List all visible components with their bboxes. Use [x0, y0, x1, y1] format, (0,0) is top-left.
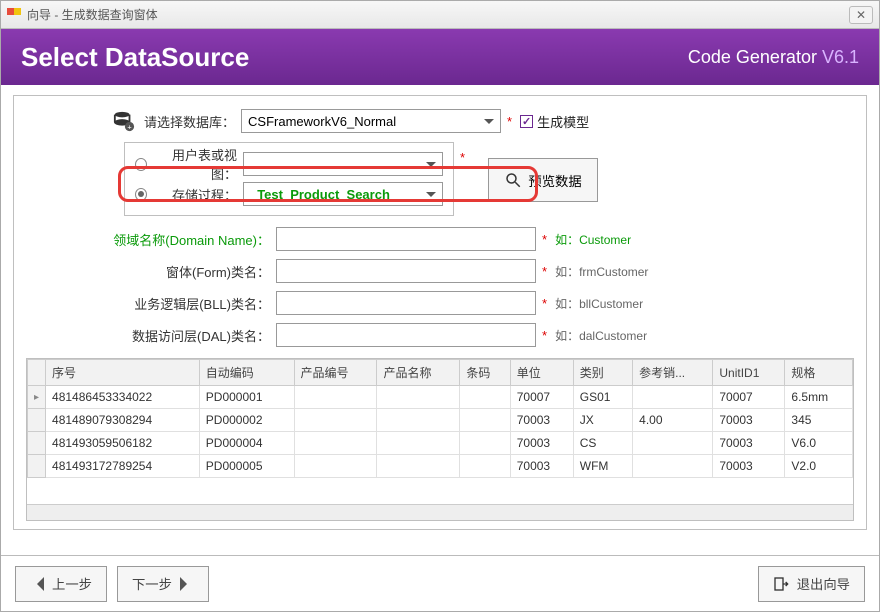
database-select[interactable]: CSFrameworkV6_Normal [241, 109, 501, 133]
col-header[interactable]: 产品名称 [377, 360, 460, 386]
radio-table-row[interactable]: 用户表或视图： [135, 149, 443, 179]
preview-data-button[interactable]: 预览数据 [488, 158, 598, 202]
svg-text:+: + [127, 122, 131, 131]
titlebar: 向导 - 生成数据查询窗体 ✕ [1, 1, 879, 29]
prev-button[interactable]: 上一步 [15, 566, 107, 602]
arrow-right-icon [180, 577, 194, 591]
col-header[interactable]: 自动编码 [199, 360, 294, 386]
header-banner: Select DataSource Code Generator V6.1 [1, 29, 879, 85]
bll-class-input[interactable] [276, 291, 536, 315]
radio-proc-row[interactable]: 存储过程： _Test_Product_Search [135, 179, 443, 209]
data-grid[interactable]: 序号自动编码产品编号产品名称条码单位类别参考销...UnitID1规格 ▸481… [26, 358, 854, 521]
domain-row: 领域名称(Domain Name)： * 如：Customer [26, 224, 854, 254]
required-mark: * [507, 114, 512, 129]
app-icon [7, 8, 21, 22]
col-header[interactable]: 参考销... [633, 360, 713, 386]
col-header[interactable]: 序号 [46, 360, 200, 386]
gen-model-checkbox[interactable]: ✓ 生成模型 [520, 112, 589, 131]
form-class-input[interactable] [276, 259, 536, 283]
database-icon: + [110, 109, 138, 133]
dal-row: 数据访问层(DAL)类名： * 如：dalCustomer [26, 320, 854, 350]
grid-scrollbar[interactable] [27, 504, 853, 520]
check-icon: ✓ [520, 115, 533, 128]
table-row[interactable]: ▸481486453334022PD00000170007GS01700076.… [28, 386, 853, 409]
proc-select[interactable]: _Test_Product_Search [243, 182, 443, 206]
col-header[interactable]: UnitID1 [713, 360, 785, 386]
close-button[interactable]: ✕ [849, 6, 873, 24]
arrow-left-icon [30, 577, 44, 591]
col-header[interactable]: 类别 [573, 360, 632, 386]
formclass-row: 窗体(Form)类名： * 如：frmCustomer [26, 256, 854, 286]
db-label: 请选择数据库： [144, 112, 241, 131]
content-area: + 请选择数据库： CSFrameworkV6_Normal * ✓ 生成模型 … [1, 85, 879, 555]
col-header[interactable]: 产品编号 [294, 360, 377, 386]
dal-class-input[interactable] [276, 323, 536, 347]
radio-table[interactable] [135, 158, 147, 171]
table-row[interactable]: 481489079308294PD00000270003JX4.00700033… [28, 409, 853, 432]
db-row: + 请选择数据库： CSFrameworkV6_Normal * ✓ 生成模型 [110, 106, 854, 136]
radio-proc[interactable] [135, 188, 147, 201]
exit-icon [773, 576, 789, 592]
exit-wizard-button[interactable]: 退出向导 [758, 566, 865, 602]
page-title: Select DataSource [21, 42, 688, 73]
bll-row: 业务逻辑层(BLL)类名： * 如：bllCustomer [26, 288, 854, 318]
window-title: 向导 - 生成数据查询窗体 [27, 6, 849, 23]
domain-name-input[interactable] [276, 227, 536, 251]
table-select[interactable] [243, 152, 443, 176]
search-icon [504, 171, 522, 189]
source-radio-group: 用户表或视图： 存储过程： _Test_Product_Search [124, 142, 454, 216]
wizard-window: 向导 - 生成数据查询窗体 ✕ Select DataSource Code G… [0, 0, 880, 612]
footer: 上一步 下一步 退出向导 [1, 555, 879, 611]
next-button[interactable]: 下一步 [117, 566, 209, 602]
col-header[interactable]: 规格 [785, 360, 853, 386]
form-panel: + 请选择数据库： CSFrameworkV6_Normal * ✓ 生成模型 … [13, 95, 867, 530]
col-header[interactable]: 条码 [460, 360, 510, 386]
source-select-row: 用户表或视图： 存储过程： _Test_Product_Search * 预览数… [26, 142, 854, 218]
table-row[interactable]: 481493172789254PD00000570003WFM70003V2.0 [28, 455, 853, 478]
col-header[interactable]: 单位 [510, 360, 573, 386]
product-label: Code Generator V6.1 [688, 47, 859, 68]
table-row[interactable]: 481493059506182PD00000470003CS70003V6.0 [28, 432, 853, 455]
